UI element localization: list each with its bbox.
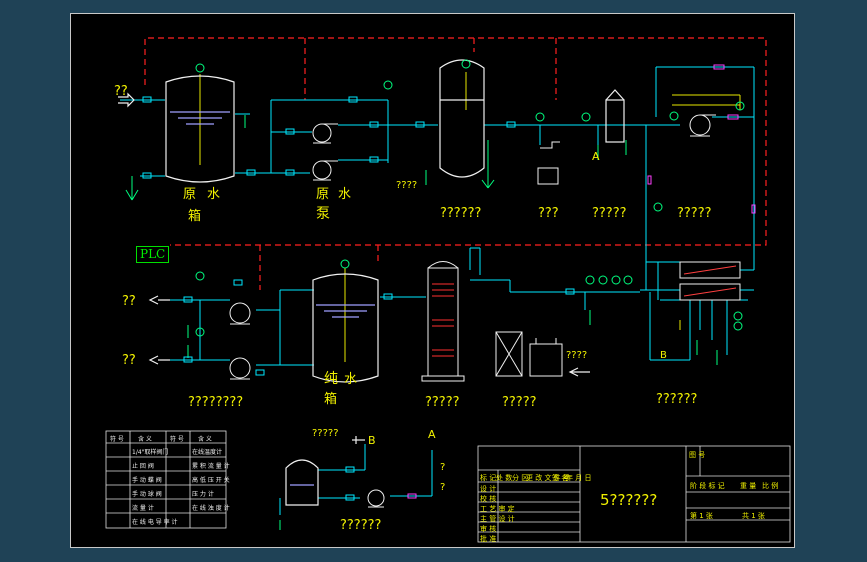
- instrument-markers: [195, 59, 745, 337]
- box-side-label: ????: [566, 350, 588, 361]
- detail-caption: ??????: [340, 518, 382, 533]
- pure-tank-label-3: 箱: [324, 392, 338, 407]
- title-block-row-header: 年 月 日: [566, 474, 592, 482]
- title-block-role: 设 计: [480, 485, 497, 493]
- dosing-caption: ???: [538, 206, 559, 221]
- legend-item: 止 回 阀: [132, 463, 154, 470]
- highpump-caption: ?????: [677, 206, 712, 221]
- raw-tank-label-3: 箱: [188, 209, 202, 224]
- softener-caption: ?????: [592, 206, 627, 221]
- title-block-row-header: 标 记: [480, 474, 497, 482]
- legend-item: 手 动 蝶 阀: [132, 477, 162, 484]
- plc-control-boundary: [144, 37, 767, 290]
- scale-label: 比 例: [762, 482, 779, 490]
- legend-header-symbol-1: 符 号: [110, 436, 124, 443]
- title-block-role: 批 准: [480, 535, 497, 543]
- point-b-label: B: [660, 350, 667, 361]
- title-block-role: 工 艺 审 定: [480, 505, 515, 513]
- filter-caption-b: ??????: [440, 206, 482, 221]
- drawing-title: 5??????: [600, 491, 658, 509]
- edi-stack: [421, 261, 465, 382]
- legend-item: 压 力 计: [192, 491, 214, 498]
- title-block-role: 审 核: [480, 525, 497, 533]
- legend-item: 1/4"取样阀门: [132, 449, 169, 456]
- legend-item: 在 线 浊 度 计: [192, 505, 230, 512]
- pure-water-pump-upper: [229, 302, 251, 325]
- sheet-total: 共 1 张: [742, 512, 765, 520]
- legend-item: 累 积 流 量 计: [192, 463, 230, 470]
- filter-caption-a: ????: [396, 180, 418, 191]
- multimedia-filter: [439, 59, 485, 178]
- ro-caption: ??????: [656, 392, 698, 407]
- title-block-row-header: 处 数: [496, 474, 513, 482]
- inlet-label: ??: [114, 84, 128, 99]
- legend-item: 在 线 电 导 率 计: [132, 519, 178, 526]
- legend-header-symbol-2: 符 号: [170, 436, 184, 443]
- outlet-label-2: ??: [122, 353, 136, 368]
- high-pressure-pump: [689, 114, 716, 137]
- edi-caption: ?????: [425, 395, 460, 410]
- raw-tank-label-2: 水: [207, 187, 221, 202]
- legend-item: 手 动 球 阀: [132, 491, 162, 498]
- outlet-label-1: ??: [122, 294, 136, 309]
- legend-item: 流 量 计: [132, 505, 154, 512]
- detail-top-label: ?????: [312, 428, 339, 439]
- box-caption: ?????: [502, 395, 537, 410]
- legend-header-meaning-1: 含 义: [138, 436, 152, 443]
- pure-water-pump-lower: [229, 357, 251, 380]
- sheet-number: 第 1 张: [690, 512, 713, 520]
- detail-q2-label: ?: [440, 482, 446, 493]
- pure-pumps-caption: ????????: [188, 395, 244, 410]
- title-block-role: 校 核: [480, 495, 497, 503]
- uv-sterilizer-box: [495, 331, 523, 377]
- weight-label: 重 量: [740, 482, 757, 490]
- detail-b-label: B: [368, 434, 376, 447]
- raw-tank-label-1: 原: [183, 187, 197, 202]
- detail-a-label: A: [428, 428, 436, 441]
- title-block-role: 主 管 设 计: [480, 515, 515, 523]
- raw-water-pump-upper: [312, 123, 338, 144]
- flow-meters: [407, 64, 756, 499]
- detail-pump: [367, 489, 385, 508]
- cartridge-filter: [605, 89, 625, 143]
- raw-pump-label-2: 水: [338, 187, 352, 202]
- raw-pump-label-1: 原: [316, 187, 330, 202]
- stage-mark-label: 阶 段 标 记: [690, 482, 725, 490]
- power-supply-unit: [529, 338, 563, 377]
- point-a-label: A: [592, 150, 600, 163]
- pure-tank-label-2: 水: [344, 372, 358, 387]
- process-flow-diagram: [105, 37, 791, 543]
- outlet-arrows: [118, 92, 590, 377]
- legend-header-meaning-2: 含 义: [198, 436, 212, 443]
- dosing-unit: [537, 141, 560, 185]
- legend-item: 高 低 压 开 关: [192, 477, 230, 484]
- raw-water-pump-lower: [312, 160, 338, 181]
- drawing-code-label: 图 号: [689, 451, 706, 459]
- legend-item: 在线温度计: [192, 449, 223, 456]
- raw-pump-label-3: 泵: [316, 206, 330, 222]
- plc-label: PLC: [136, 246, 170, 263]
- ro-membranes: [679, 261, 741, 301]
- detail-q1-label: ?: [440, 462, 446, 473]
- pure-tank-label-1: 纯: [324, 371, 338, 387]
